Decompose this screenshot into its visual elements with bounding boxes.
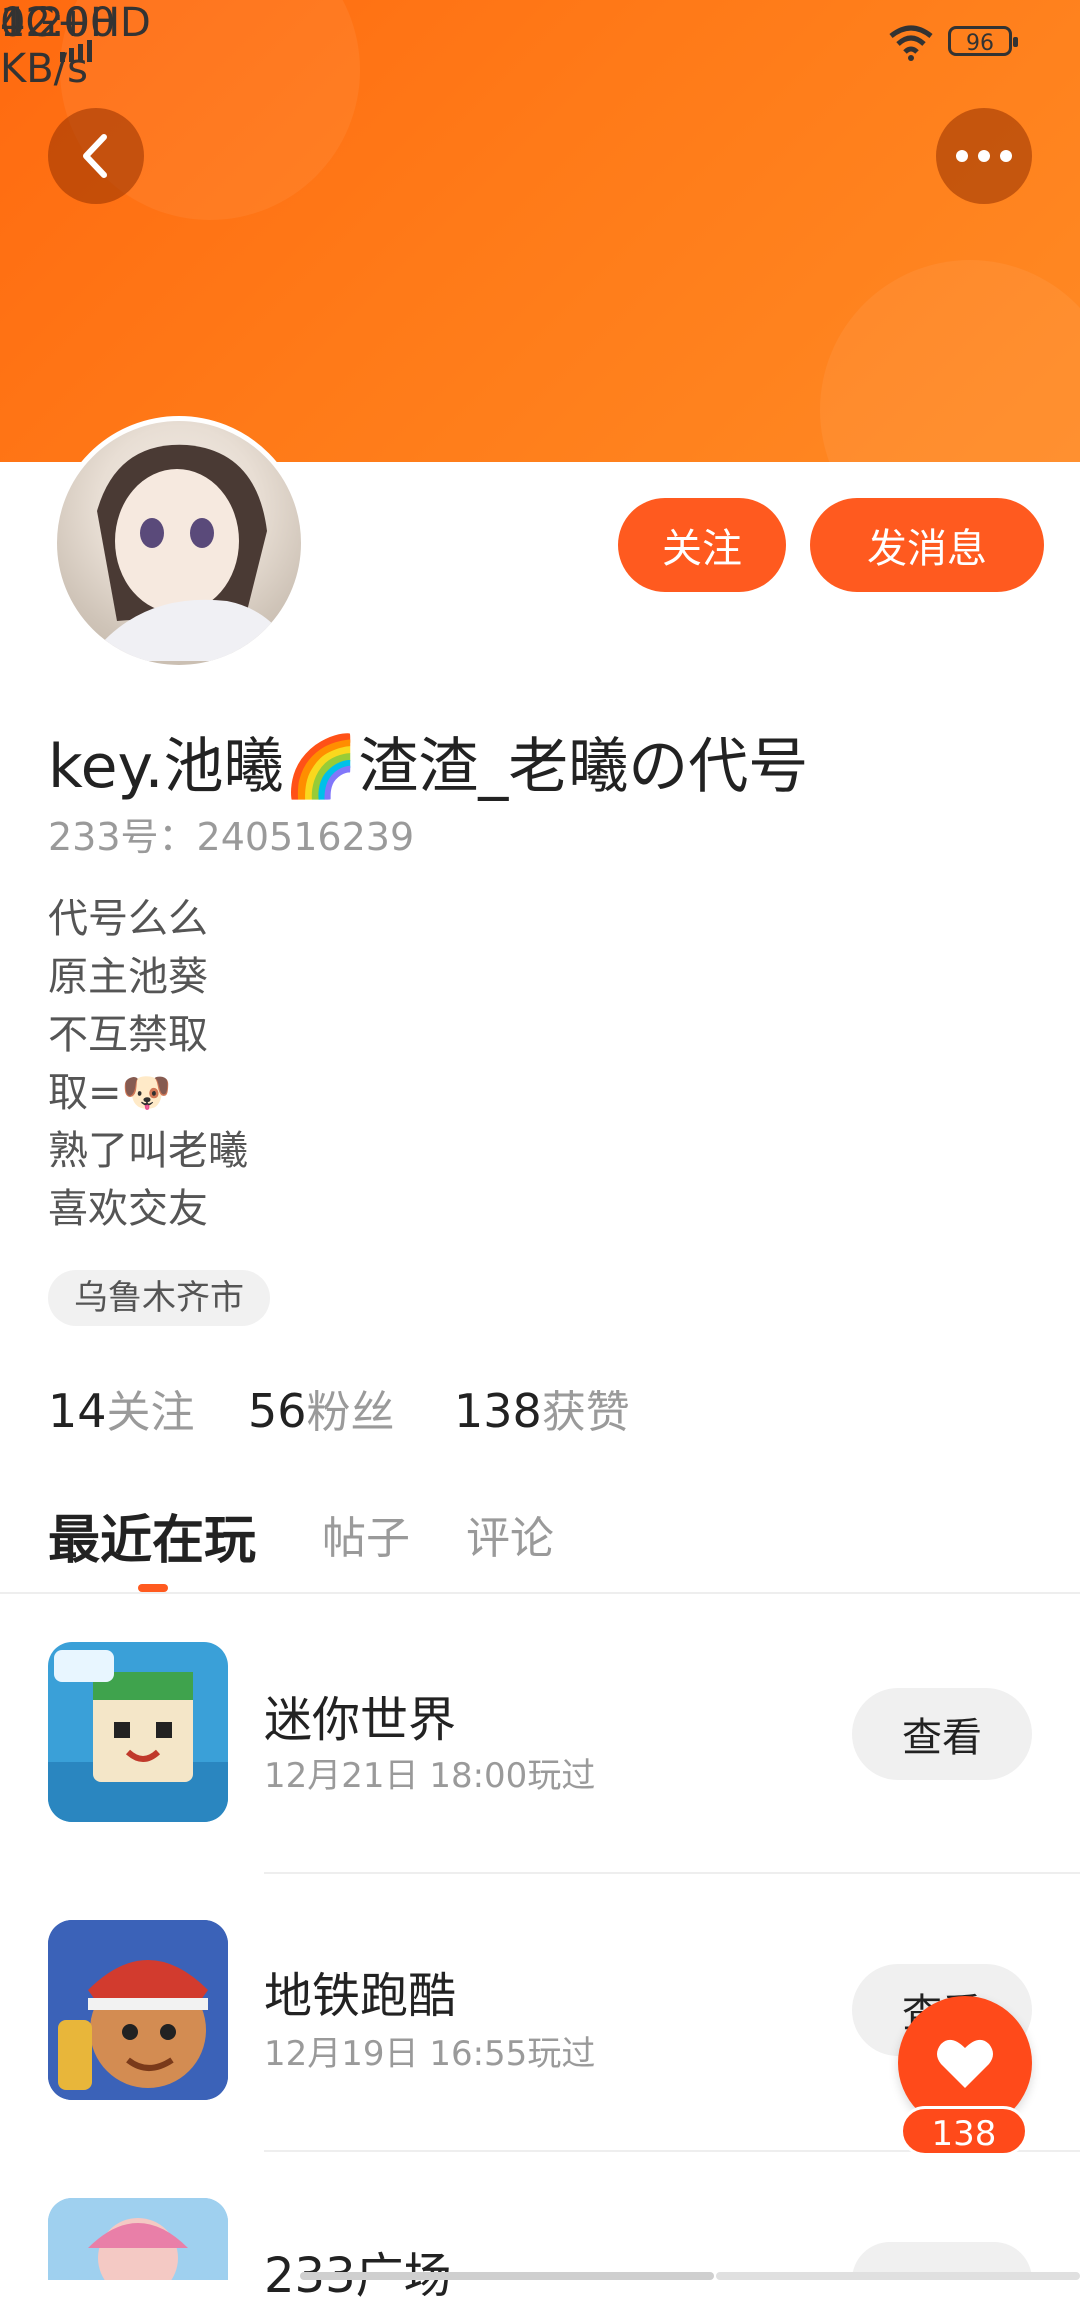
speed-unit: KB/s [0, 46, 88, 92]
scroll-indicator-track [716, 2272, 1080, 2280]
bio-line: 代号么么 [48, 896, 208, 942]
game-icon-233-plaza[interactable] [48, 2198, 228, 2280]
city-tag: 乌鲁木齐市 [48, 1270, 270, 1326]
bio-line: 原主池葵 [48, 954, 208, 1000]
speed-value: 0.20 [0, 0, 90, 46]
more-button[interactable] [936, 108, 1032, 204]
profile-name: key.池曦🌈渣渣_老曦の代号 [48, 732, 809, 802]
scroll-indicator [300, 2272, 714, 2280]
more-horizontal-icon [956, 150, 1012, 162]
stat-label: 获赞 [541, 1387, 630, 1438]
follow-button[interactable]: 关注 [618, 498, 786, 592]
stat-fans[interactable]: 56粉丝 [248, 1376, 395, 1440]
game-title: 233广场 [264, 2248, 452, 2304]
tab-posts[interactable]: 帖子 [322, 1502, 410, 1566]
network-speed: 0.20 KB/s [0, 0, 89, 92]
tabs-divider [0, 1592, 1080, 1594]
game-icon-subway-surfers[interactable] [48, 1920, 228, 2100]
stat-value: 14 [48, 1384, 107, 1438]
bio-line: 不互禁取 [48, 1012, 208, 1058]
bio-line: 熟了叫老曦 [48, 1128, 248, 1174]
chevron-left-icon [83, 134, 107, 178]
bio-line: 取=🐶 [48, 1070, 172, 1116]
stat-label: 关注 [106, 1387, 195, 1438]
game-played-time: 12月19日 16:55玩过 [264, 2034, 596, 2074]
bio-line: 喜欢交友 [48, 1186, 208, 1232]
tab-indicator [138, 1584, 168, 1592]
game-icon-mini-world[interactable] [48, 1642, 228, 1822]
tab-comments[interactable]: 评论 [466, 1502, 554, 1566]
game-played-time: 12月21日 18:00玩过 [264, 1756, 596, 1796]
battery-indicator: 96 [948, 26, 1018, 56]
stat-label: 粉丝 [306, 1387, 395, 1438]
back-button[interactable] [48, 108, 144, 204]
stat-following[interactable]: 14关注 [48, 1376, 195, 1440]
profile-id: 233号：240516239 [48, 815, 415, 859]
profile-banner [0, 0, 1080, 462]
wifi-icon [886, 22, 936, 62]
game-title: 迷你世界 [264, 1692, 457, 1748]
avatar[interactable] [52, 416, 306, 670]
view-button[interactable]: 查看 [852, 1688, 1032, 1780]
stat-likes[interactable]: 138获赞 [454, 1376, 630, 1440]
heart-icon [937, 2039, 993, 2088]
stat-value: 138 [454, 1384, 542, 1438]
tab-recent-played[interactable]: 最近在玩 [48, 1498, 256, 1573]
row-divider [264, 1872, 1080, 1874]
message-button[interactable]: 发消息 [810, 498, 1044, 592]
profile-bio: 代号么么 原主池葵 不互禁取 取=🐶 熟了叫老曦 喜欢交友 [48, 890, 248, 1238]
like-count: 138 [900, 2106, 1028, 2156]
stat-value: 56 [248, 1384, 307, 1438]
game-title: 地铁跑酷 [264, 1968, 457, 2024]
